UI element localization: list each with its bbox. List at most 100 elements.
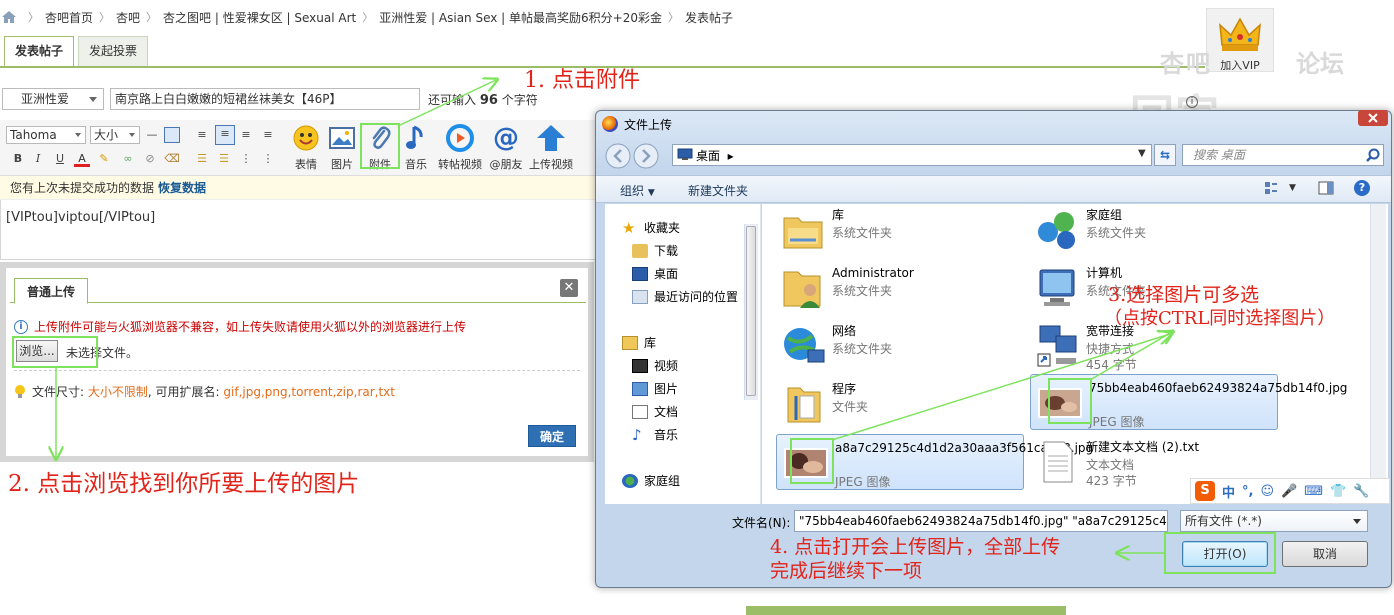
highlight-icon[interactable]: ✎ (96, 151, 112, 167)
ime-voice-icon[interactable]: 🎤 (1281, 484, 1297, 499)
view-options-icon[interactable] (1264, 181, 1278, 195)
annotation-step-3-line-1: 3.选择图片可多选 (1108, 284, 1260, 306)
close-icon[interactable]: ✕ (560, 279, 578, 297)
computer-icon (1039, 269, 1075, 306)
align-left-icon[interactable]: ≡ (194, 127, 210, 143)
category-value: 亚洲性爱 (21, 92, 70, 106)
breadcrumb-xingba[interactable]: 杏吧 (116, 9, 140, 26)
library-folder-icon (783, 217, 823, 249)
restore-data-link[interactable]: 恢复数据 (158, 181, 206, 195)
italic-icon[interactable]: I (30, 151, 46, 167)
link-icon[interactable]: ∞ (120, 151, 136, 167)
ime-punctuation-toggle[interactable]: °, (1242, 484, 1253, 499)
address-bar[interactable] (672, 144, 1152, 166)
file-item-administrator[interactable]: Administrator 系统文件夹 (774, 260, 1022, 316)
font-size-select[interactable]: 大小 (90, 126, 140, 144)
upload-video-button[interactable]: 上传视频 (526, 124, 576, 172)
indent-icon[interactable]: ☰ (194, 151, 210, 167)
organize-button[interactable]: 组织 ▼ (620, 182, 655, 199)
outdent-icon[interactable]: ☰ (216, 151, 232, 167)
tab-new-post[interactable]: 发表帖子 (4, 36, 75, 68)
ime-emoji-icon[interactable]: ☺ (1260, 484, 1274, 499)
new-folder-button[interactable]: 新建文件夹 (688, 182, 748, 199)
nav-item-desktop[interactable]: 桌面 (632, 265, 678, 282)
emoji-button[interactable]: 表情 (286, 124, 326, 172)
category-select[interactable]: 亚洲性爱 (2, 88, 104, 110)
file-item-network[interactable]: 网络 系统文件夹 (774, 318, 1022, 374)
music-button[interactable]: 音乐 (396, 124, 436, 172)
font-color-icon[interactable]: A (74, 151, 90, 167)
file-type: 系统文件夹 (832, 342, 893, 356)
mention-button-label: @朋友 (489, 158, 523, 171)
tab-normal-upload[interactable]: 普通上传 (14, 278, 88, 304)
nav-item-pictures[interactable]: 图片 (632, 380, 678, 397)
home-icon[interactable] (2, 11, 16, 23)
bold-icon[interactable]: B (10, 151, 26, 167)
file-list-scrollbar[interactable] (1370, 204, 1386, 504)
file-name: 新建文本文档 (2).txt (1086, 440, 1200, 454)
breadcrumb-home[interactable]: 杏吧首页 (45, 9, 93, 26)
file-type: 系统文件夹 (832, 226, 893, 240)
close-icon[interactable] (1358, 110, 1388, 126)
horizontal-rule-icon[interactable]: — (144, 127, 160, 143)
chevron-down-icon[interactable]: ▼ (1138, 148, 1146, 159)
tab-new-poll[interactable]: 发起投票 (78, 36, 149, 66)
network-icon (784, 328, 825, 363)
nav-item-videos[interactable]: 视频 (632, 357, 678, 374)
underline-icon[interactable]: U (52, 151, 68, 167)
justify-icon[interactable]: ≡ (260, 127, 276, 143)
subject-input[interactable]: 南京路上白白嫩嫩的短裙丝袜美女【46P】 (110, 88, 420, 110)
upload-tab-divider (10, 302, 586, 303)
image-button[interactable]: 图片 (322, 124, 362, 172)
char-counter-suffix: 个字符 (501, 93, 538, 107)
nav-item-favorites[interactable]: ★ 收藏夹 (622, 219, 680, 236)
ime-tools-icon[interactable]: 🔧 (1353, 484, 1369, 499)
ordered-list-icon[interactable]: ⋮ (238, 151, 254, 167)
refresh-icon[interactable]: ⇆ (1154, 144, 1176, 166)
nav-item-music[interactable]: ♪ 音乐 (632, 426, 678, 443)
folder-icon (787, 387, 821, 423)
nav-scrollbar-thumb[interactable] (746, 226, 756, 396)
filename-input[interactable]: "75bb4eab460faeb62493824a75db14f0.jpg" "… (794, 510, 1168, 532)
mention-button[interactable]: @ @朋友 (486, 124, 526, 172)
unlink-icon[interactable]: ⊘ (142, 151, 158, 167)
file-item-library[interactable]: 库 系统文件夹 (774, 202, 1022, 258)
editor-content[interactable]: [VIPtou]viptou[/VIPtou] (6, 210, 155, 225)
align-right-icon[interactable]: ≡ (238, 127, 254, 143)
annotation-step-4-line-1: 4. 点击打开会上传图片，全部上传 (770, 536, 1061, 558)
search-input[interactable]: 搜索 桌面 (1182, 144, 1384, 166)
file-item-homegroup[interactable]: 家庭组 系统文件夹 (1028, 202, 1276, 258)
nav-item-downloads[interactable]: 下载 (632, 242, 678, 259)
confirm-button[interactable]: 确定 (528, 425, 576, 447)
ime-skin-icon[interactable]: 👕 (1330, 484, 1346, 499)
clear-format-icon[interactable]: ⌫ (164, 151, 180, 167)
preview-pane-icon[interactable] (1318, 181, 1334, 195)
filetype-select[interactable]: 所有文件 (*.*) (1180, 510, 1368, 532)
nav-item-recent[interactable]: 最近访问的位置 (632, 288, 738, 305)
file-item-programs[interactable]: 程序 文件夹 (774, 376, 1022, 432)
nav-item-library[interactable]: 库 (622, 334, 656, 351)
search-icon[interactable] (1366, 148, 1380, 162)
nav-item-documents[interactable]: 文档 (632, 403, 678, 420)
bullet-list-icon[interactable]: ⋮ (260, 151, 276, 167)
font-family-select[interactable]: Tahoma (6, 126, 86, 144)
breadcrumb-separator: 〉 (99, 11, 111, 24)
breadcrumb-forum[interactable]: 杏之图吧 | 性爱裸女区 | Sexual Art (163, 9, 356, 26)
table-icon[interactable] (164, 127, 180, 143)
info-icon: i (1186, 96, 1198, 108)
homegroup-icon (622, 473, 638, 488)
nav-item-homegroup[interactable]: 家庭组 (622, 472, 680, 489)
cancel-button[interactable]: 取消 (1282, 541, 1368, 567)
align-center-icon[interactable]: ≡ (215, 125, 235, 145)
file-name: Administrator (832, 266, 914, 280)
forward-arrow-icon[interactable] (632, 142, 660, 170)
ime-lang-toggle[interactable]: 中 (1222, 482, 1235, 501)
ime-keyboard-icon[interactable]: ⌨ (1304, 484, 1323, 499)
back-arrow-icon[interactable] (604, 142, 632, 170)
chevron-right-icon[interactable]: ▸ (728, 149, 734, 163)
breadcrumb-subforum[interactable]: 亚洲性爱 | Asian Sex | 单帖最高奖励6积分+20彩金 (379, 9, 662, 26)
help-icon[interactable]: ? (1354, 180, 1370, 196)
chevron-down-icon[interactable]: ▼ (1289, 183, 1296, 193)
repost-video-button[interactable]: 转帖视频 (436, 124, 484, 172)
image-button-label: 图片 (331, 158, 353, 171)
